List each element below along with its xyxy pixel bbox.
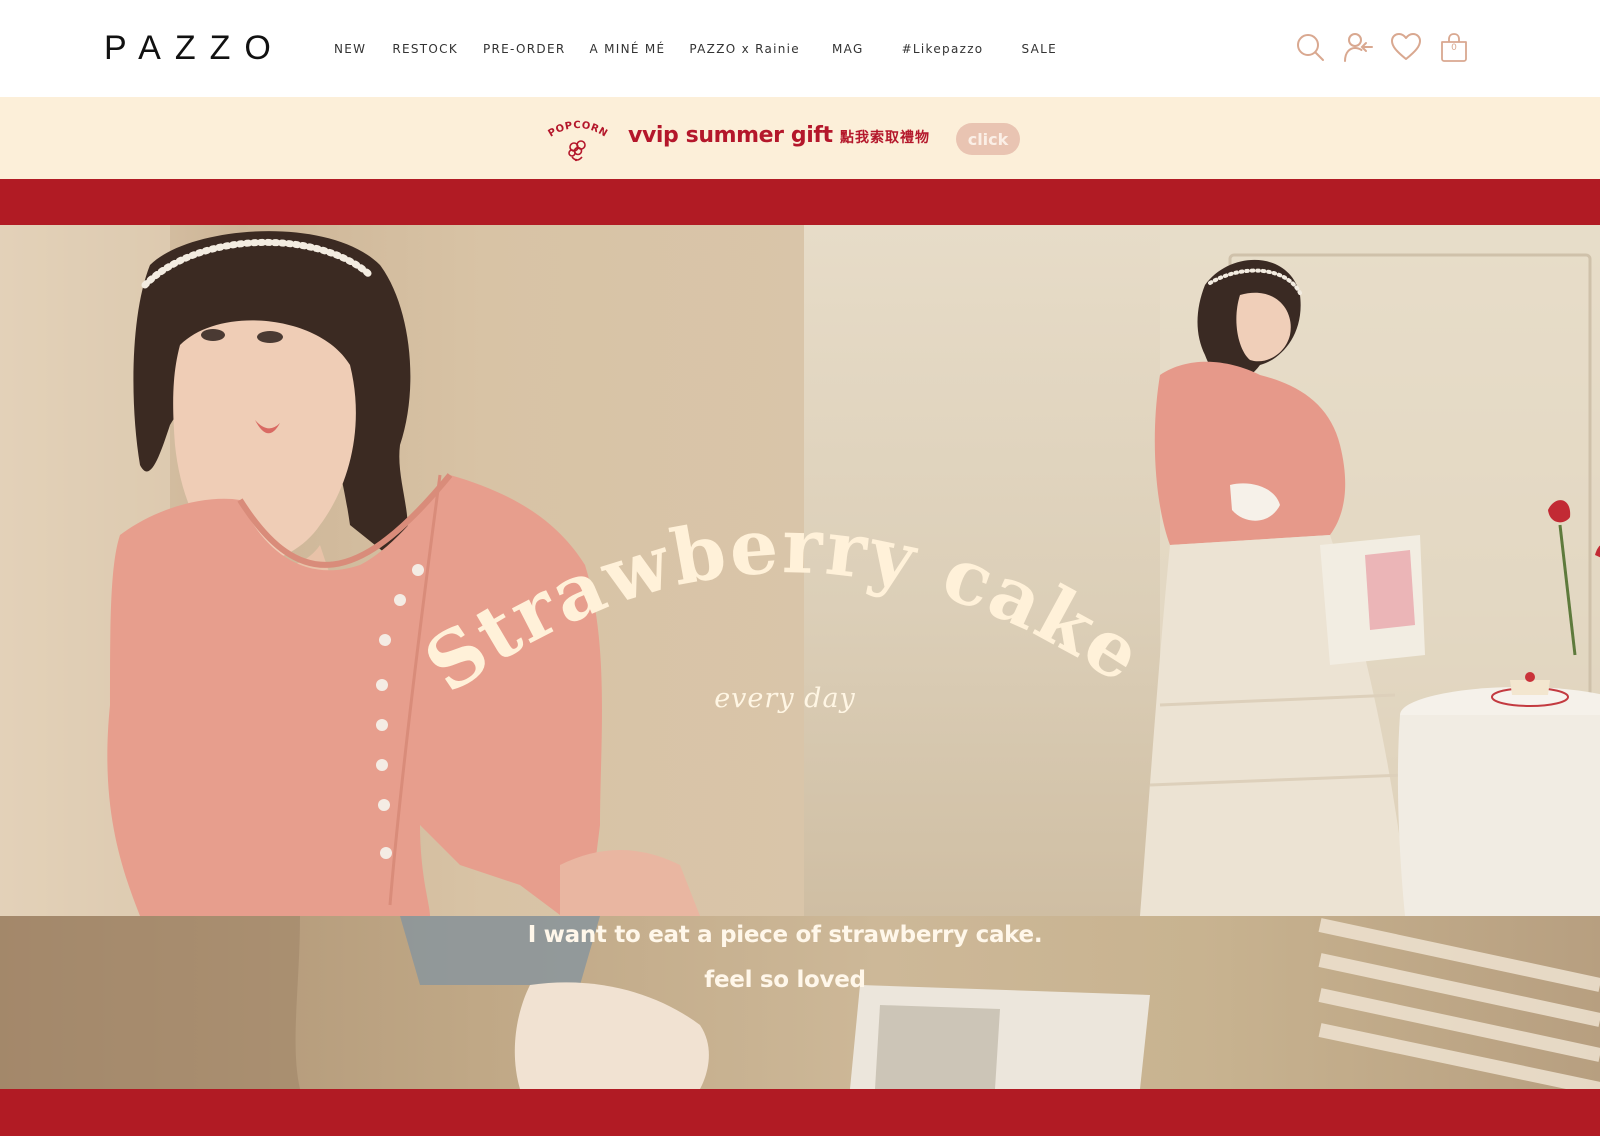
hero-bottom-band <box>0 1089 1600 1136</box>
search-icon[interactable] <box>1294 30 1326 64</box>
header-actions: 0 <box>1294 30 1470 64</box>
hero-subtitle: every day <box>714 683 856 714</box>
nav-item-new[interactable]: NEW <box>334 42 366 56</box>
page-bottom-strip <box>0 1136 1600 1140</box>
promo-badge-text: POPCORN <box>547 120 609 140</box>
shopping-bag-icon[interactable]: 0 <box>1438 30 1470 64</box>
hero-banner[interactable]: Strawberry cake every day I want to eat … <box>0 225 1600 1089</box>
hero-illustration: Strawberry cake <box>0 225 1600 1089</box>
hero-top-band <box>0 179 1600 225</box>
nav-item-mag[interactable]: MAG <box>832 42 864 56</box>
brand-logo[interactable]: PAZZO <box>104 28 285 68</box>
cart-count-badge: 0 <box>1451 43 1457 53</box>
promo-subtitle: 點我索取禮物 <box>840 130 930 146</box>
nav-item-sale[interactable]: SALE <box>1021 42 1057 56</box>
nav-item-pazzo-x-rainie[interactable]: PAZZO x Rainie <box>689 42 800 56</box>
nav-item-pre-order[interactable]: PRE-ORDER <box>483 42 565 56</box>
promo-click-button[interactable]: click <box>956 123 1020 155</box>
user-login-icon[interactable] <box>1342 30 1374 64</box>
site-header: PAZZO NEW RESTOCK PRE-ORDER A MINÉ MÉ PA… <box>0 0 1600 97</box>
main-nav: NEW RESTOCK PRE-ORDER A MINÉ MÉ PAZZO x … <box>334 39 1057 59</box>
popcorn-badge-icon: POPCORN <box>547 120 610 162</box>
nav-item-likepazzo[interactable]: #Likepazzo <box>902 42 984 56</box>
hero-tagline-2: feel so loved <box>704 967 866 993</box>
nav-item-a-mine-me[interactable]: A MINÉ MÉ <box>589 42 665 56</box>
promo-title: vvip summer gift <box>628 123 833 148</box>
svg-text:POPCORN: POPCORN <box>547 120 610 140</box>
hero-tagline-1: I want to eat a piece of strawberry cake… <box>527 922 1043 948</box>
nav-item-restock[interactable]: RESTOCK <box>392 42 458 56</box>
heart-icon[interactable] <box>1390 30 1422 64</box>
promo-banner[interactable]: POPCORN vvip summer gift 點我索取禮物 click <box>0 97 1600 179</box>
